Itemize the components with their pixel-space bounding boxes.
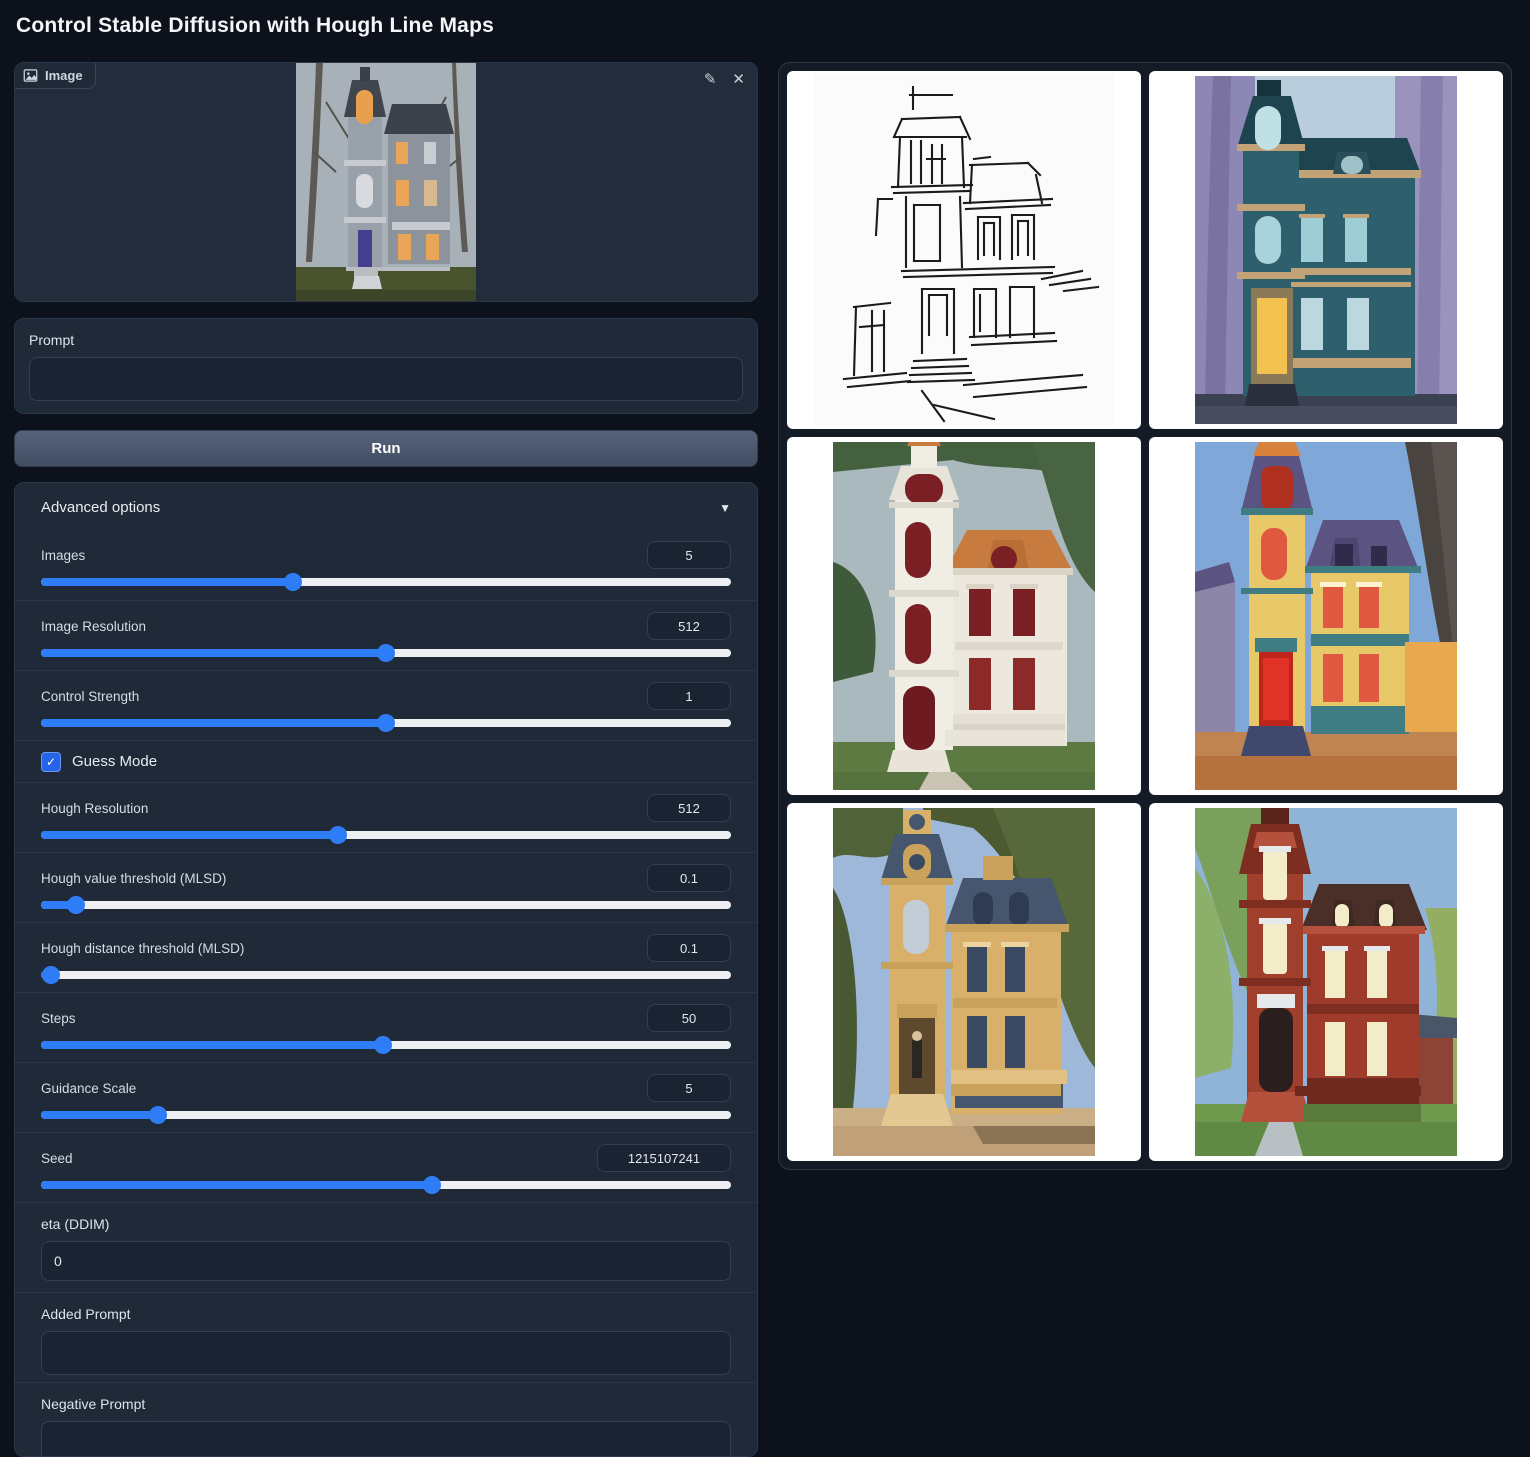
guess-mode-row: ✓ Guess Mode <box>15 740 757 782</box>
slider-label: Image Resolution <box>41 619 146 634</box>
slider-handle[interactable] <box>67 896 85 914</box>
images-value-input[interactable] <box>647 541 731 569</box>
check-icon: ✓ <box>46 755 56 769</box>
gallery-item-gold-house[interactable] <box>787 803 1141 1161</box>
hough-value-threshold-slider[interactable] <box>41 901 731 909</box>
hough-line-map-image <box>814 75 1114 425</box>
gallery-item-teal-house[interactable] <box>1149 71 1503 429</box>
guess-mode-label: Guess Mode <box>72 753 157 770</box>
chevron-down-icon: ▼ <box>719 501 731 515</box>
eta-label: eta (DDIM) <box>41 1216 731 1232</box>
gallery-item-hough-line-map[interactable] <box>787 71 1141 429</box>
gallery-item-yellow-house[interactable] <box>1149 437 1503 795</box>
close-icon: ✕ <box>732 71 745 88</box>
image-input-label-chip: Image <box>14 62 96 89</box>
added-prompt-row: Added Prompt <box>15 1292 757 1382</box>
yellow-house-image <box>1195 442 1457 790</box>
slider-fill <box>41 901 76 909</box>
pencil-icon: ✎ <box>704 71 717 88</box>
slider-handle[interactable] <box>284 573 302 591</box>
slider-row-guidance-scale: Guidance Scale <box>15 1062 757 1132</box>
added-prompt-label: Added Prompt <box>41 1306 731 1322</box>
negative-prompt-row: Negative Prompt <box>15 1382 757 1452</box>
prompt-panel: Prompt <box>14 318 758 414</box>
seed-value-input[interactable] <box>597 1144 731 1172</box>
output-gallery <box>778 62 1512 1170</box>
slider-row-control-strength: Control Strength <box>15 670 757 740</box>
advanced-options-header[interactable]: Advanced options ▼ <box>15 483 757 530</box>
control-strength-value-input[interactable] <box>647 682 731 710</box>
steps-value-input[interactable] <box>647 1004 731 1032</box>
slider-handle[interactable] <box>377 714 395 732</box>
images-slider[interactable] <box>41 578 731 586</box>
prompt-input[interactable] <box>29 357 743 401</box>
negative-prompt-label: Negative Prompt <box>41 1396 731 1412</box>
hough-resolution-value-input[interactable] <box>647 794 731 822</box>
gallery-item-white-house[interactable] <box>787 437 1141 795</box>
image-input-label: Image <box>45 68 83 83</box>
slider-row-image-resolution: Image Resolution <box>15 600 757 670</box>
slider-row-images: Images <box>15 530 757 600</box>
slider-fill <box>41 831 338 839</box>
slider-fill <box>41 971 51 979</box>
image-input-panel: Image ✎ ✕ <box>14 62 758 302</box>
hough-distance-threshold-input[interactable] <box>647 934 731 962</box>
image-icon <box>23 68 38 83</box>
uploaded-house-photo <box>296 62 476 302</box>
clear-image-button[interactable]: ✕ <box>732 71 745 89</box>
slider-row-seed: Seed <box>15 1132 757 1202</box>
teal-house-image <box>1195 76 1457 424</box>
steps-slider[interactable] <box>41 1041 731 1049</box>
slider-label: Hough value threshold (MLSD) <box>41 871 226 886</box>
slider-label: Seed <box>41 1151 73 1166</box>
slider-row-hough-value-threshold: Hough value threshold (MLSD) <box>15 852 757 922</box>
hough-value-threshold-input[interactable] <box>647 864 731 892</box>
slider-handle[interactable] <box>329 826 347 844</box>
guidance-scale-slider[interactable] <box>41 1111 731 1119</box>
eta-row: eta (DDIM) <box>15 1202 757 1292</box>
slider-fill <box>41 719 386 727</box>
prompt-label: Prompt <box>29 332 743 348</box>
slider-fill <box>41 1041 383 1049</box>
slider-row-steps: Steps <box>15 992 757 1062</box>
white-house-image <box>833 442 1095 790</box>
gold-house-image <box>833 808 1095 1156</box>
slider-fill <box>41 1111 158 1119</box>
red-brick-house-image <box>1195 808 1457 1156</box>
gallery-item-red-brick-house[interactable] <box>1149 803 1503 1161</box>
advanced-options-title: Advanced options <box>41 499 160 516</box>
hough-distance-threshold-slider[interactable] <box>41 971 731 979</box>
guidance-scale-value-input[interactable] <box>647 1074 731 1102</box>
slider-fill <box>41 578 293 586</box>
advanced-options-panel: Advanced options ▼ Images Image Resoluti… <box>14 482 758 1457</box>
slider-handle[interactable] <box>42 966 60 984</box>
page-title: Control Stable Diffusion with Hough Line… <box>16 14 494 38</box>
run-button[interactable]: Run <box>14 430 758 467</box>
control-strength-slider[interactable] <box>41 719 731 727</box>
eta-input[interactable] <box>41 1241 731 1281</box>
slider-label: Hough Resolution <box>41 801 148 816</box>
edit-image-button[interactable]: ✎ <box>704 71 717 89</box>
slider-label: Steps <box>41 1011 76 1026</box>
negative-prompt-input[interactable] <box>41 1421 731 1457</box>
image-resolution-slider[interactable] <box>41 649 731 657</box>
seed-slider[interactable] <box>41 1181 731 1189</box>
slider-row-hough-distance-threshold: Hough distance threshold (MLSD) <box>15 922 757 992</box>
added-prompt-input[interactable] <box>41 1331 731 1375</box>
slider-fill <box>41 649 386 657</box>
slider-label: Hough distance threshold (MLSD) <box>41 941 244 956</box>
slider-fill <box>41 1181 432 1189</box>
slider-label: Control Strength <box>41 689 139 704</box>
slider-handle[interactable] <box>374 1036 392 1054</box>
slider-handle[interactable] <box>423 1176 441 1194</box>
slider-label: Guidance Scale <box>41 1081 136 1096</box>
image-resolution-value-input[interactable] <box>647 612 731 640</box>
slider-handle[interactable] <box>149 1106 167 1124</box>
guess-mode-checkbox[interactable]: ✓ <box>41 752 61 772</box>
slider-handle[interactable] <box>377 644 395 662</box>
hough-resolution-slider[interactable] <box>41 831 731 839</box>
slider-row-hough-resolution: Hough Resolution <box>15 782 757 852</box>
slider-label: Images <box>41 548 85 563</box>
